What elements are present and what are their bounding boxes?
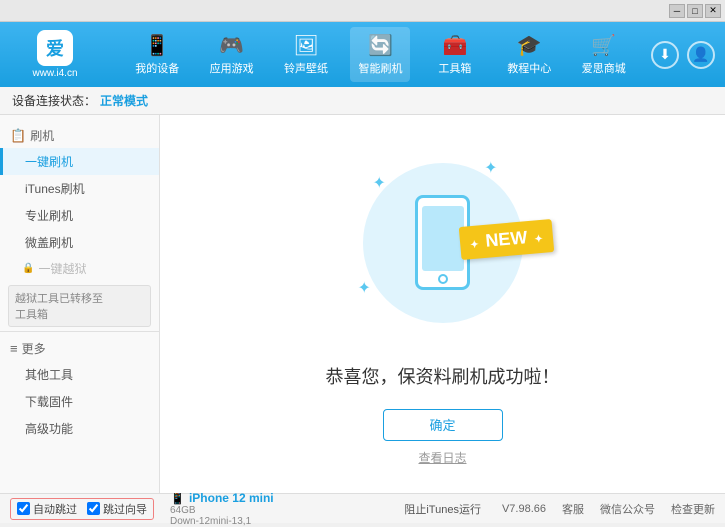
version-text: V7.98.66 [502,503,546,515]
sidebar-item-download-firmware[interactable]: 下载固件 [0,388,159,415]
confirm-button[interactable]: 确定 [383,409,503,441]
pro-flash-label: 专业刷机 [25,209,73,223]
skip-wizard-checkbox[interactable]: 跳过向导 [87,501,147,517]
one-click-flash-label: 一键刷机 [25,155,73,169]
new-badge-text: NEW [484,227,528,251]
user-button[interactable]: 👤 [687,41,715,69]
close-button[interactable]: ✕ [705,4,721,18]
auto-skip-checkbox[interactable]: 自动跳过 [17,501,77,517]
skip-wizard-label: 跳过向导 [103,501,147,517]
micro-flash-label: 微盖刷机 [25,236,73,250]
wechat-link[interactable]: 微信公众号 [600,501,655,517]
sidebar-divider [0,331,159,332]
advanced-label: 高级功能 [25,422,73,436]
status-bar: 设备连接状态： 正常模式 [0,87,725,115]
phone-screen [422,206,464,271]
tutorial-icon: 🎓 [517,33,542,58]
sidebar-item-jailbreak: 🔒 一键越狱 [0,256,159,281]
secondary-link[interactable]: 查看日志 [418,449,466,466]
lock-icon: 🔒 [22,263,34,274]
toolbox-label: 工具箱 [438,60,471,76]
bottom-right: 阻止iTunes运行 V7.98.66 客服 微信公众号 检查更新 [399,499,715,519]
sidebar-section-more: ≡ 更多 [0,336,159,361]
stop-itunes-button[interactable]: 阻止iTunes运行 [399,499,486,519]
jailbreak-notice-text: 越狱工具已转移至工具箱 [15,293,103,321]
sidebar-item-other-tools[interactable]: 其他工具 [0,361,159,388]
jailbreak-label: 一键越狱 [38,260,86,277]
nav-wallpaper[interactable]: 🖼 铃声壁纸 [276,27,336,82]
title-bar: ─ □ ✕ [0,0,725,22]
flash-section-icon: 📋 [10,128,26,144]
status-value: 正常模式 [100,92,148,109]
itunes-flash-label: iTunes刷机 [25,182,85,196]
device-info: 📱 iPhone 12 mini 64GB Down-12mini-13,1 [170,491,274,527]
sparkle-icon-3: ✦ [358,278,371,298]
sidebar-item-pro-flash[interactable]: 专业刷机 [0,202,159,229]
sidebar-item-itunes-flash[interactable]: iTunes刷机 [0,175,159,202]
status-label: 设备连接状态： [12,92,96,109]
phone-home-button [438,274,448,284]
nav-apps-games[interactable]: 🎮 应用游戏 [202,27,262,82]
mall-label: 爱思商城 [582,60,626,76]
smart-flash-icon: 🔄 [368,33,393,58]
download-firmware-label: 下载固件 [25,395,73,409]
download-button[interactable]: ⬇ [651,41,679,69]
apps-games-label: 应用游戏 [210,60,254,76]
nav-items: 📱 我的设备 🎮 应用游戏 🖼 铃声壁纸 🔄 智能刷机 🧰 工具箱 🎓 教程中心… [110,22,651,87]
sparkle-icon-1: ✦ [373,173,386,193]
sidebar-item-advanced[interactable]: 高级功能 [0,415,159,442]
wallpaper-label: 铃声壁纸 [284,60,328,76]
main-layout: 📋 刷机 一键刷机 iTunes刷机 专业刷机 微盖刷机 🔒 一键越狱 越狱工具… [0,115,725,493]
logo-text: www.i4.cn [32,68,77,79]
other-tools-label: 其他工具 [25,368,73,382]
more-section-label: 更多 [22,340,46,357]
toolbox-icon: 🧰 [442,33,467,58]
header: 爱 www.i4.cn 📱 我的设备 🎮 应用游戏 🖼 铃声壁纸 🔄 智能刷机 … [0,22,725,87]
apps-games-icon: 🎮 [219,33,244,58]
nav-my-device[interactable]: 📱 我的设备 [127,27,187,82]
success-text: 恭喜您，保资料刷机成功啦！ [326,363,560,389]
nav-smart-flash[interactable]: 🔄 智能刷机 [350,27,410,82]
more-section-icon: ≡ [10,341,18,356]
mall-icon: 🛒 [591,33,616,58]
my-device-label: 我的设备 [135,60,179,76]
customer-service-link[interactable]: 客服 [562,501,584,517]
checkbox-group: 自动跳过 跳过向导 [10,498,154,520]
sidebar-section-flash: 📋 刷机 [0,123,159,148]
minimize-button[interactable]: ─ [669,4,685,18]
sparkle-icon-2: ✦ [484,158,497,178]
nav-tutorial[interactable]: 🎓 教程中心 [499,27,559,82]
auto-skip-input[interactable] [17,502,30,515]
tutorial-label: 教程中心 [507,60,551,76]
nav-right: ⬇ 👤 [651,41,725,69]
wallpaper-icon: 🖼 [293,33,318,58]
smart-flash-label: 智能刷机 [358,60,402,76]
device-storage: 64GB [170,505,274,516]
content-area: NEW ✦ ✦ ✦ 恭喜您，保资料刷机成功啦！ 确定 查看日志 [160,115,725,493]
sidebar-item-one-click-flash[interactable]: 一键刷机 [0,148,159,175]
my-device-icon: 📱 [145,33,170,58]
bottom-bar: 自动跳过 跳过向导 📱 iPhone 12 mini 64GB Down-12m… [0,493,725,523]
jailbreak-notice: 越狱工具已转移至工具箱 [8,285,151,327]
sidebar: 📋 刷机 一键刷机 iTunes刷机 专业刷机 微盖刷机 🔒 一键越狱 越狱工具… [0,115,160,493]
auto-skip-label: 自动跳过 [33,501,77,517]
flash-section-label: 刷机 [30,127,54,144]
logo-area: 爱 www.i4.cn [0,22,110,87]
sidebar-item-micro-flash[interactable]: 微盖刷机 [0,229,159,256]
skip-wizard-input[interactable] [87,502,100,515]
success-illustration: NEW ✦ ✦ ✦ [343,143,543,343]
nav-mall[interactable]: 🛒 爱思商城 [574,27,634,82]
check-update-link[interactable]: 检查更新 [671,501,715,517]
nav-toolbox[interactable]: 🧰 工具箱 [425,27,485,82]
logo-icon: 爱 [37,30,73,66]
device-model: Down-12mini-13,1 [170,516,274,527]
restore-button[interactable]: □ [687,4,703,18]
